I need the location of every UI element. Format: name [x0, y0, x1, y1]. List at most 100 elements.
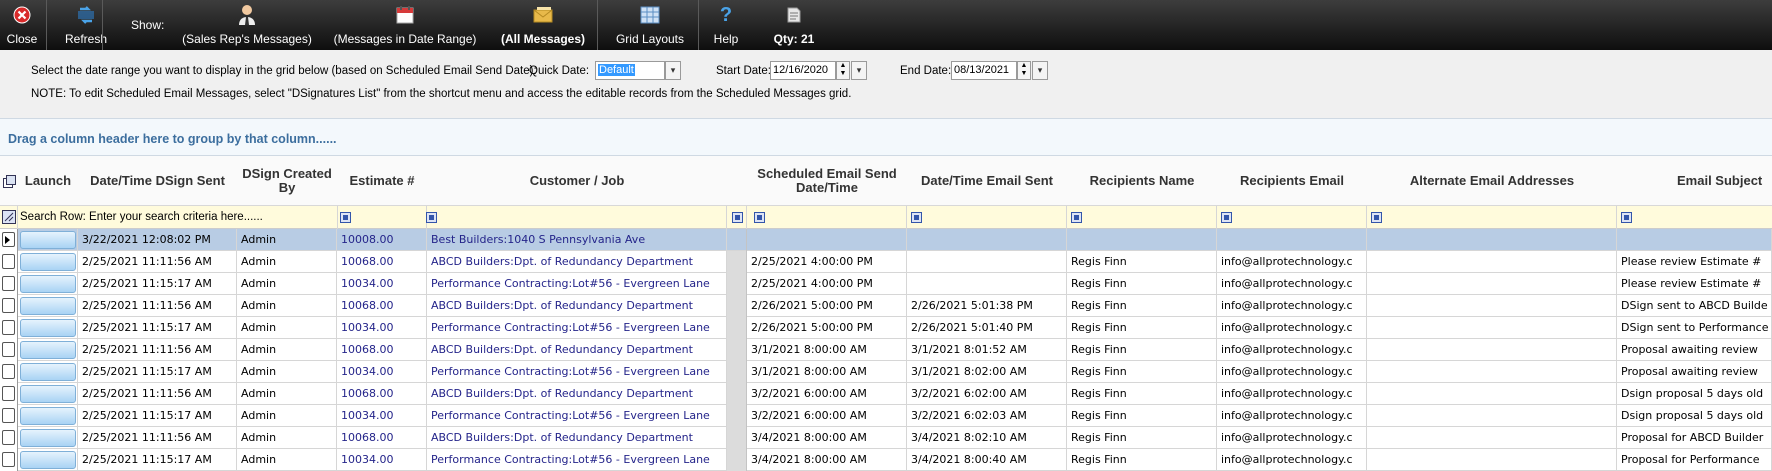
- start-date-dropdown-button[interactable]: ▾: [851, 61, 867, 80]
- table-row[interactable]: 2/25/2021 11:11:56 AM Admin 10068.00 ABCD B…: [0, 339, 1772, 361]
- table-row[interactable]: 2/25/2021 11:15:17 AM Admin 10034.00 Perfor…: [0, 405, 1772, 427]
- table-row[interactable]: 2/25/2021 11:11:56 AM Admin 10068.00 ABCD B…: [0, 295, 1772, 317]
- table-cell-sent: 2/25/2021 11:15:17 AM: [78, 317, 237, 339]
- search-cell-recipient-email[interactable]: [1217, 206, 1382, 229]
- table-cell-rname: Regis Finn: [1067, 295, 1217, 317]
- launch-button[interactable]: [20, 385, 76, 403]
- quick-date-select[interactable]: Default: [595, 61, 665, 80]
- launch-button[interactable]: [20, 319, 76, 337]
- end-date-input[interactable]: 08/13/2021: [951, 61, 1017, 80]
- table-cell-remail: info@allprotechnology.c: [1217, 405, 1367, 427]
- table-cell-subj: Proposal for ABCD Builder: [1617, 427, 1772, 449]
- group-by-hint: Drag a column header here to group by th…: [8, 132, 337, 146]
- refresh-button[interactable]: Refresh: [60, 0, 112, 50]
- column-header-recipients-email[interactable]: Recipients Email: [1217, 156, 1367, 206]
- all-messages-button[interactable]: (All Messages): [501, 0, 585, 50]
- table-cell-by: Admin: [237, 339, 337, 361]
- table-cell-rname: Regis Finn: [1067, 361, 1217, 383]
- table-row[interactable]: 2/25/2021 11:11:56 AM Admin 10068.00 ABCD B…: [0, 251, 1772, 273]
- row-indicator[interactable]: [0, 405, 18, 427]
- start-date-input[interactable]: 12/16/2020: [770, 61, 836, 80]
- table-cell-sent: 2/25/2021 11:15:17 AM: [78, 273, 237, 295]
- spacer-cell: [727, 317, 747, 339]
- envelopes-icon: [532, 4, 554, 26]
- search-cell-subject[interactable]: [1617, 206, 1772, 229]
- launch-button[interactable]: [20, 429, 76, 447]
- toolbar: Close Refresh Show: (Sales Rep's Message…: [0, 0, 1772, 50]
- column-header-customer-job[interactable]: Customer / Job: [427, 156, 727, 206]
- search-cell-alternate-email[interactable]: [1367, 206, 1632, 229]
- table-row[interactable]: 3/22/2021 12:08:02 PM Admin 10008.00 Best B…: [0, 229, 1772, 251]
- row-indicator[interactable]: [0, 295, 18, 317]
- table-cell-est: 10034.00: [337, 361, 427, 383]
- spacer-cell: [727, 427, 747, 449]
- column-header-scheduled-send[interactable]: Scheduled Email Send Date/Time: [747, 156, 907, 206]
- table-cell-by: Admin: [237, 383, 337, 405]
- table-cell-est: 10068.00: [337, 251, 427, 273]
- row-indicator[interactable]: [0, 339, 18, 361]
- start-date-spinner[interactable]: ▲ ▼: [836, 61, 850, 80]
- table-cell-subj: Please review Estimate #: [1617, 273, 1772, 295]
- table-cell-alt: [1367, 361, 1617, 383]
- launch-button[interactable]: [20, 451, 76, 469]
- column-header-alternate-email[interactable]: Alternate Email Addresses: [1367, 156, 1617, 206]
- search-cell-estimate[interactable]: [338, 206, 437, 229]
- table-cell-sent: 2/25/2021 11:11:56 AM: [78, 251, 237, 273]
- sales-rep-messages-button[interactable]: (Sales Rep's Messages): [182, 0, 312, 50]
- column-header-created-by[interactable]: DSign Created By: [237, 156, 337, 206]
- end-date-spinner[interactable]: ▲ ▼: [1017, 61, 1031, 80]
- search-cell-customer[interactable]: [427, 206, 743, 229]
- row-indicator[interactable]: [0, 427, 18, 449]
- table-cell-cust: ABCD Builders:Dpt. of Redundancy Departm…: [427, 383, 727, 405]
- table-cell-rname: Regis Finn: [1067, 383, 1217, 405]
- spacer-cell: [727, 251, 747, 273]
- launch-button[interactable]: [20, 231, 76, 249]
- table-row[interactable]: 2/25/2021 11:15:17 AM Admin 10034.00 Perfor…: [0, 317, 1772, 339]
- search-row[interactable]: Search Row: Enter your search criteria h…: [0, 206, 1772, 229]
- table-cell-esent: 3/1/2021 8:02:00 AM: [907, 361, 1067, 383]
- table-row[interactable]: 2/25/2021 11:15:17 AM Admin 10034.00 Perfor…: [0, 273, 1772, 295]
- date-range-messages-button[interactable]: (Messages in Date Range): [334, 0, 476, 50]
- table-row[interactable]: 2/25/2021 11:15:17 AM Admin 10034.00 Perfor…: [0, 361, 1772, 383]
- column-header-estimate[interactable]: Estimate #: [337, 156, 427, 206]
- group-by-panel[interactable]: Drag a column header here to group by th…: [0, 118, 1772, 156]
- table-cell-rname: Regis Finn: [1067, 317, 1217, 339]
- column-header-email-sent[interactable]: Date/Time Email Sent: [907, 156, 1067, 206]
- quick-date-dropdown-button[interactable]: ▾: [665, 61, 681, 80]
- search-cell-launch-sent-by[interactable]: [18, 206, 351, 229]
- launch-button[interactable]: [20, 363, 76, 381]
- row-indicator[interactable]: [0, 251, 18, 273]
- launch-button[interactable]: [20, 297, 76, 315]
- search-cell-email-sent[interactable]: [907, 206, 1082, 229]
- row-indicator[interactable]: [0, 317, 18, 339]
- search-cell-recipient-name[interactable]: [1067, 206, 1232, 229]
- table-cell-sched: [747, 229, 907, 251]
- table-cell-alt: [1367, 405, 1617, 427]
- help-button[interactable]: ? Help: [708, 0, 744, 50]
- sales-rep-messages-label: (Sales Rep's Messages): [182, 32, 312, 46]
- row-indicator[interactable]: [0, 361, 18, 383]
- close-button[interactable]: Close: [2, 0, 42, 50]
- launch-button[interactable]: [20, 275, 76, 293]
- row-indicator[interactable]: [0, 383, 18, 405]
- launch-button[interactable]: [20, 341, 76, 359]
- row-indicator[interactable]: [0, 273, 18, 295]
- end-date-dropdown-button[interactable]: ▾: [1032, 61, 1048, 80]
- table-cell-sent: 2/25/2021 11:15:17 AM: [78, 405, 237, 427]
- search-cell-scheduled[interactable]: [747, 206, 922, 229]
- table-cell-remail: info@allprotechnology.c: [1217, 273, 1367, 295]
- column-header-email-subject[interactable]: Email Subject: [1617, 156, 1772, 206]
- table-row[interactable]: 2/25/2021 11:11:56 AM Admin 10068.00 ABCD B…: [0, 383, 1772, 405]
- table-cell-rname: [1067, 229, 1217, 251]
- column-header-dsign-sent[interactable]: Date/Time DSign Sent: [78, 156, 237, 206]
- table-cell-by: Admin: [237, 361, 337, 383]
- row-indicator[interactable]: [0, 229, 18, 251]
- column-header-recipients-name[interactable]: Recipients Name: [1067, 156, 1217, 206]
- launch-button[interactable]: [20, 407, 76, 425]
- grid-layouts-button[interactable]: Grid Layouts: [612, 0, 688, 50]
- launch-button[interactable]: [20, 253, 76, 271]
- table-cell-sched: 2/25/2021 4:00:00 PM: [747, 251, 907, 273]
- column-header-launch[interactable]: Launch: [18, 156, 78, 206]
- table-row[interactable]: 2/25/2021 11:11:56 AM Admin 10068.00 ABCD B…: [0, 427, 1772, 449]
- column-chooser-icon[interactable]: [0, 156, 18, 206]
